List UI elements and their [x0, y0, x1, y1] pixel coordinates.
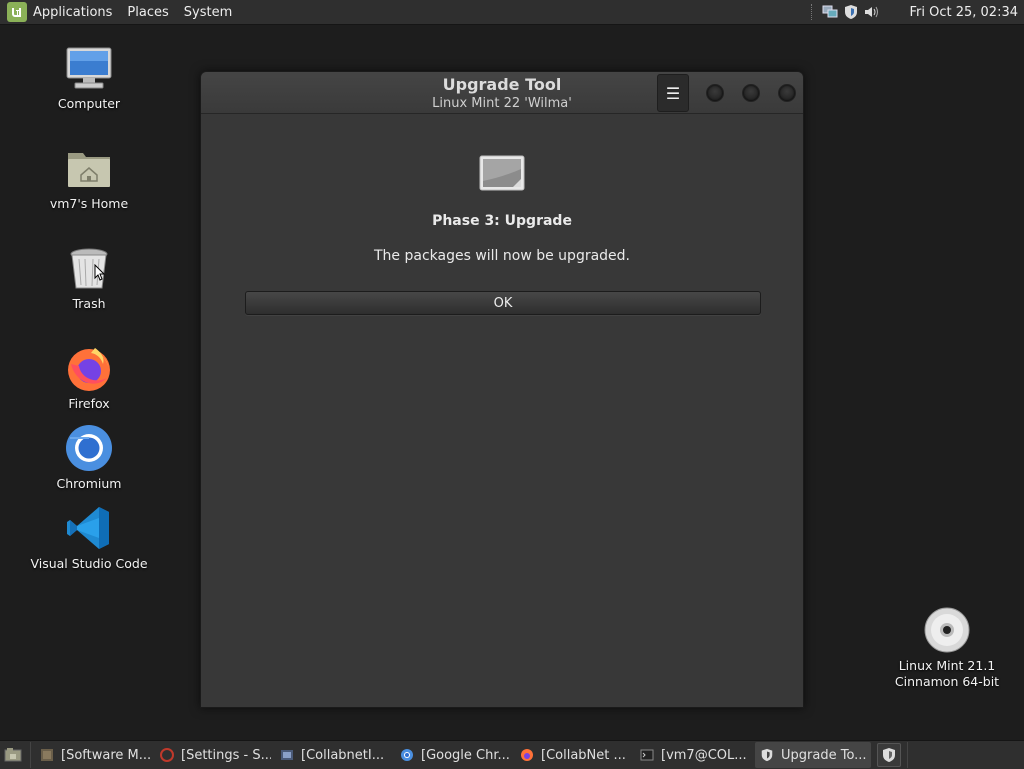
- update-manager-tray-icon[interactable]: [877, 743, 901, 767]
- volume-icon[interactable]: [864, 4, 880, 20]
- desktop-icon-install-disc[interactable]: Linux Mint 21.1 Cinnamon 64-bit: [882, 606, 1012, 690]
- desktop-icon-label: Chromium: [56, 476, 122, 491]
- show-desktop-icon[interactable]: [2, 744, 24, 766]
- menu-applications[interactable]: Applications: [33, 5, 112, 20]
- clock[interactable]: Fri Oct 25, 02:34: [909, 5, 1018, 20]
- mint-logo-icon[interactable]: [7, 2, 27, 22]
- minimize-button[interactable]: [706, 84, 724, 102]
- taskbar-item-label: [Google Chr...: [421, 747, 510, 763]
- disc-label-line1: Linux Mint 21.1: [898, 658, 996, 673]
- shield-icon: [759, 747, 775, 763]
- taskbar-item-upgrade-tool[interactable]: Upgrade To...: [755, 742, 871, 768]
- chrome-icon: [399, 747, 415, 763]
- desktop-icon-trash[interactable]: Trash: [24, 244, 154, 312]
- taskbar-item-label: [Settings - S...: [181, 747, 271, 763]
- panel-divider: [907, 742, 908, 768]
- taskbar-item-software-manager[interactable]: [Software M...: [35, 742, 151, 768]
- window-titlebar[interactable]: Upgrade Tool Linux Mint 22 'Wilma' ☰: [201, 72, 803, 114]
- network-icon[interactable]: [822, 4, 838, 20]
- taskbar-item-label: [Software M...: [61, 747, 151, 763]
- desktop-icon-label: Visual Studio Code: [30, 556, 148, 571]
- taskbar-item-collabnet-firefox[interactable]: [CollabNet ...: [515, 742, 631, 768]
- desktop-icon-label: vm7's Home: [49, 196, 129, 211]
- chromium-icon: [65, 424, 113, 472]
- taskbar-item-label: [CollabNet ...: [541, 747, 626, 763]
- menu-icon: ☰: [665, 83, 681, 103]
- desktop-icon-computer[interactable]: Computer: [24, 44, 154, 112]
- phase-description: The packages will now be upgraded.: [373, 248, 630, 264]
- taskbar-item-label: Upgrade To...: [781, 747, 867, 763]
- phase-title: Phase 3: Upgrade: [432, 213, 572, 229]
- ok-button[interactable]: OK: [245, 291, 761, 315]
- close-button[interactable]: [778, 84, 796, 102]
- menu-places[interactable]: Places: [127, 5, 168, 20]
- desktop-icon-home[interactable]: vm7's Home: [24, 144, 154, 212]
- trash-icon: [65, 244, 113, 292]
- taskbar-item-label: [CollabnetI...: [301, 747, 385, 763]
- desktop-icon-chromium[interactable]: Chromium: [24, 424, 154, 492]
- software-manager-icon: [39, 747, 55, 763]
- home-folder-icon: [65, 144, 113, 192]
- desktop-icon-vscode[interactable]: Visual Studio Code: [24, 504, 154, 572]
- taskbar-item-terminal[interactable]: [vm7@COL...: [635, 742, 751, 768]
- upgrade-tool-window: Upgrade Tool Linux Mint 22 'Wilma' ☰ Pha…: [200, 71, 804, 708]
- shield-icon[interactable]: [843, 4, 859, 20]
- computer-icon: [65, 44, 113, 92]
- desktop-icon-firefox[interactable]: Firefox: [24, 344, 154, 412]
- firefox-icon: [65, 344, 113, 392]
- taskbar-item-collabnet[interactable]: [CollabnetI...: [275, 742, 391, 768]
- taskbar-item-label: [vm7@COL...: [661, 747, 747, 763]
- taskbar-item-google-chrome[interactable]: [Google Chr...: [395, 742, 511, 768]
- vscode-icon: [65, 504, 113, 552]
- maximize-button[interactable]: [742, 84, 760, 102]
- panel-divider: [30, 742, 31, 768]
- taskbar-item-settings[interactable]: [Settings - S...: [155, 742, 271, 768]
- mouse-cursor-icon: [94, 264, 106, 281]
- hamburger-menu-button[interactable]: ☰: [657, 74, 689, 112]
- disc-icon: [923, 606, 971, 654]
- settings-icon: [159, 747, 175, 763]
- menu-system[interactable]: System: [184, 5, 232, 20]
- desktop-icon-label: Trash: [72, 296, 106, 311]
- terminal-icon: [639, 747, 655, 763]
- desktop-icon-label: Firefox: [68, 396, 110, 411]
- top-panel: Applications Places System Fri Oct 25, 0…: [0, 0, 1024, 25]
- bottom-panel: [Software M... [Settings - S... [Collabn…: [0, 740, 1024, 769]
- disc-label-line2: Cinnamon 64-bit: [894, 674, 1000, 689]
- display-icon: [479, 155, 525, 191]
- app-icon: [279, 747, 295, 763]
- desktop-icon-label: Computer: [57, 96, 121, 111]
- firefox-icon: [519, 747, 535, 763]
- tray-separator: [811, 4, 814, 20]
